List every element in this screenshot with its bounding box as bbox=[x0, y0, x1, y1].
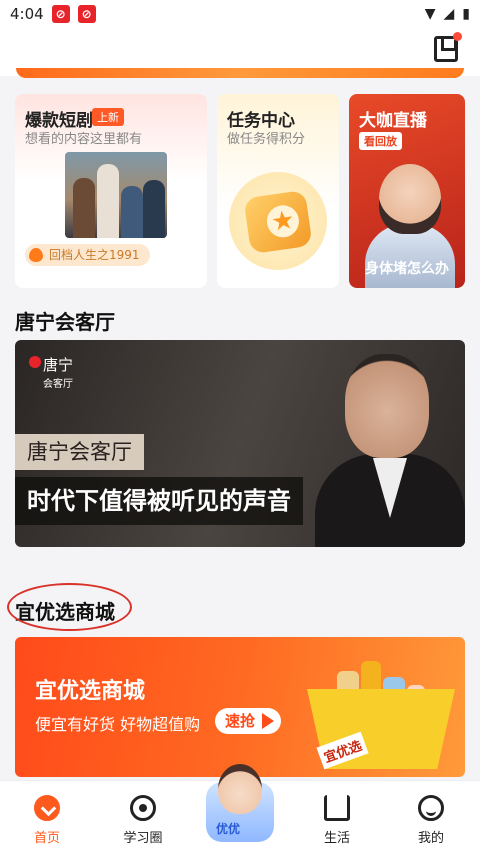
drama-tag[interactable]: 回档人生之1991 bbox=[25, 244, 150, 266]
tab-learn[interactable]: 学习圈 bbox=[108, 795, 178, 846]
points-coin-icon bbox=[243, 189, 313, 255]
live-caption: 身体堵怎么办 bbox=[365, 261, 449, 277]
tab-label: 我的 bbox=[417, 831, 444, 846]
assistant-avatar bbox=[218, 764, 262, 814]
tangning-banner[interactable]: 唐宁 会客厅 唐宁会客厅 时代下值得被听见的声音 bbox=[15, 340, 465, 547]
notification-dot bbox=[453, 32, 462, 41]
tab-me[interactable]: 我的 bbox=[396, 795, 466, 846]
signal-icon: ◢ bbox=[443, 6, 455, 22]
battery-icon: ▮ bbox=[462, 6, 470, 22]
wifi-icon: ▼ bbox=[424, 6, 436, 22]
fire-icon bbox=[29, 248, 43, 262]
smile-icon bbox=[418, 795, 444, 821]
banner-label: 唐宁会客厅 bbox=[15, 434, 144, 470]
mall-banner[interactable]: 宜优选商城 便宜有好货 好物超值购 速抢 宜优选 bbox=[15, 637, 465, 777]
tab-label: 首页 bbox=[33, 831, 60, 846]
host-avatar bbox=[379, 164, 441, 234]
card-title: 大咖直播 bbox=[359, 111, 427, 131]
status-icons: ▼ ◢ ▮ bbox=[425, 6, 470, 22]
home-icon bbox=[34, 795, 60, 821]
host-portrait bbox=[315, 354, 465, 547]
logo-text: 唐宁 bbox=[43, 356, 74, 374]
section-title-tangning: 唐宁会客厅 bbox=[15, 310, 115, 334]
tab-label: 学习圈 bbox=[123, 831, 163, 846]
shopping-cart-illustration: 宜优选 bbox=[307, 659, 457, 770]
assistant-label: 优优 bbox=[216, 822, 241, 836]
new-badge: 上新 bbox=[92, 108, 124, 126]
app-notification-icon: ⊘ bbox=[51, 5, 70, 23]
banner-slogan: 时代下值得被听见的声音 bbox=[15, 477, 303, 525]
tab-assistant[interactable]: 优优 bbox=[202, 764, 278, 844]
crown-icon bbox=[324, 795, 350, 821]
learning-circle-icon bbox=[130, 795, 156, 821]
tangning-logo: 唐宁 会客厅 bbox=[29, 354, 73, 390]
mall-subtitle: 便宜有好货 好物超值购 bbox=[35, 715, 201, 734]
top-banner-edge[interactable] bbox=[16, 68, 464, 78]
mall-title: 宜优选商城 bbox=[35, 679, 146, 704]
card-live-stream[interactable]: 大咖直播 看回放 身体堵怎么办 bbox=[349, 94, 465, 288]
card-subtitle: 做任务得积分 bbox=[227, 132, 306, 147]
card-subtitle: 想看的内容这里都有 bbox=[25, 132, 143, 147]
logo-subtext: 会客厅 bbox=[43, 379, 73, 390]
app-notification-icon-2: ⊘ bbox=[77, 5, 96, 23]
tab-label: 生活 bbox=[323, 831, 350, 846]
tab-life[interactable]: 生活 bbox=[302, 795, 372, 846]
replay-badge: 看回放 bbox=[359, 132, 402, 150]
feature-cards: 爆款短剧 上新 想看的内容这里都有 回档人生之1991 任务中心 做任务得积分 … bbox=[15, 94, 465, 288]
card-task-center[interactable]: 任务中心 做任务得积分 bbox=[217, 94, 339, 288]
tab-home[interactable]: 首页 bbox=[12, 795, 82, 846]
play-arrow-icon bbox=[262, 713, 274, 729]
drama-poster bbox=[65, 152, 167, 238]
card-short-drama[interactable]: 爆款短剧 上新 想看的内容这里都有 回档人生之1991 bbox=[15, 94, 207, 288]
status-bar: 4:04 ⊘ ⊘ ▼ ◢ ▮ bbox=[0, 0, 480, 28]
annotation-circle bbox=[7, 583, 132, 631]
status-time: 4:04 bbox=[10, 5, 44, 23]
